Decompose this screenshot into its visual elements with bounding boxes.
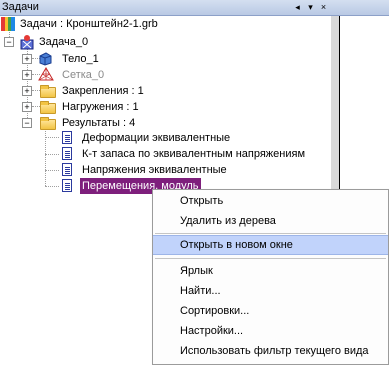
menu-item-sorting[interactable]: Сортировки... <box>153 301 388 321</box>
menu-item-settings[interactable]: Настройки... <box>153 321 388 341</box>
menu-separator <box>155 233 386 234</box>
tree-node-root[interactable]: Задачи : Кронштейн2-1.grb <box>0 16 330 32</box>
folder-open-icon <box>40 117 56 130</box>
tree-node-result[interactable]: Деформации эквивалентные <box>0 130 330 146</box>
result-label: К-т запаса по эквивалентным напряжениям <box>82 148 306 160</box>
tasks-panel-titlebar: Задачи ◂ ▾ × <box>0 0 389 16</box>
task-label: Задача_0 <box>39 36 89 48</box>
tree-node-constraints[interactable]: + Закрепления : 1 <box>0 83 330 99</box>
results-label: Результаты : 4 <box>62 117 136 129</box>
dropdown-icon[interactable]: ▾ <box>305 1 316 13</box>
mesh-icon <box>38 67 54 81</box>
expand-icon[interactable]: + <box>22 70 32 80</box>
loads-label: Нагружения : 1 <box>62 101 139 113</box>
body-cube-icon <box>39 52 52 66</box>
expand-icon[interactable]: + <box>22 54 32 64</box>
folder-icon <box>40 85 56 98</box>
folder-icon <box>40 101 56 114</box>
collapse-icon[interactable]: − <box>22 118 32 128</box>
panel-title: Задачи <box>2 1 39 13</box>
expand-icon[interactable]: + <box>22 86 32 96</box>
menu-item-shortcut[interactable]: Ярлык <box>153 261 388 281</box>
document-icon <box>62 131 72 144</box>
menu-item-remove-from-tree[interactable]: Удалить из дерева <box>153 211 388 231</box>
result-label: Напряжения эквивалентные <box>82 164 227 176</box>
menu-separator <box>155 258 386 259</box>
task-icon <box>20 35 34 50</box>
tasks-root-icon <box>1 17 15 31</box>
context-menu: Открыть Удалить из дерева Открыть в ново… <box>152 189 389 365</box>
document-icon <box>62 179 72 192</box>
tree-node-body[interactable]: + Тело_1 <box>0 51 330 67</box>
tree-node-result[interactable]: К-т запаса по эквивалентным напряжениям <box>0 146 330 162</box>
menu-item-open[interactable]: Открыть <box>153 191 388 211</box>
document-icon <box>62 163 72 176</box>
collapse-icon[interactable]: − <box>4 37 14 47</box>
tree-node-loads[interactable]: + Нагружения : 1 <box>0 99 330 115</box>
tree-node-result[interactable]: Напряжения эквивалентные <box>0 162 330 178</box>
expand-icon[interactable]: + <box>22 102 32 112</box>
result-label: Деформации эквивалентные <box>82 132 231 144</box>
tree-root-label: Задачи : Кронштейн2-1.grb <box>20 18 158 30</box>
tree-node-mesh[interactable]: + Сетка_0 <box>0 67 330 83</box>
constraints-label: Закрепления : 1 <box>62 85 144 97</box>
mesh-label: Сетка_0 <box>62 69 105 81</box>
pin-icon[interactable]: ◂ <box>292 1 303 13</box>
tree-node-task[interactable]: − Задача_0 <box>0 34 330 50</box>
document-icon <box>62 147 72 160</box>
menu-item-find[interactable]: Найти... <box>153 281 388 301</box>
body-label: Тело_1 <box>62 53 99 65</box>
menu-item-use-view-filter[interactable]: Использовать фильтр текущего вида <box>153 341 388 361</box>
menu-item-open-new-window[interactable]: Открыть в новом окне <box>153 235 388 255</box>
close-icon[interactable]: × <box>318 1 329 13</box>
tree-node-results[interactable]: − Результаты : 4 <box>0 115 330 131</box>
